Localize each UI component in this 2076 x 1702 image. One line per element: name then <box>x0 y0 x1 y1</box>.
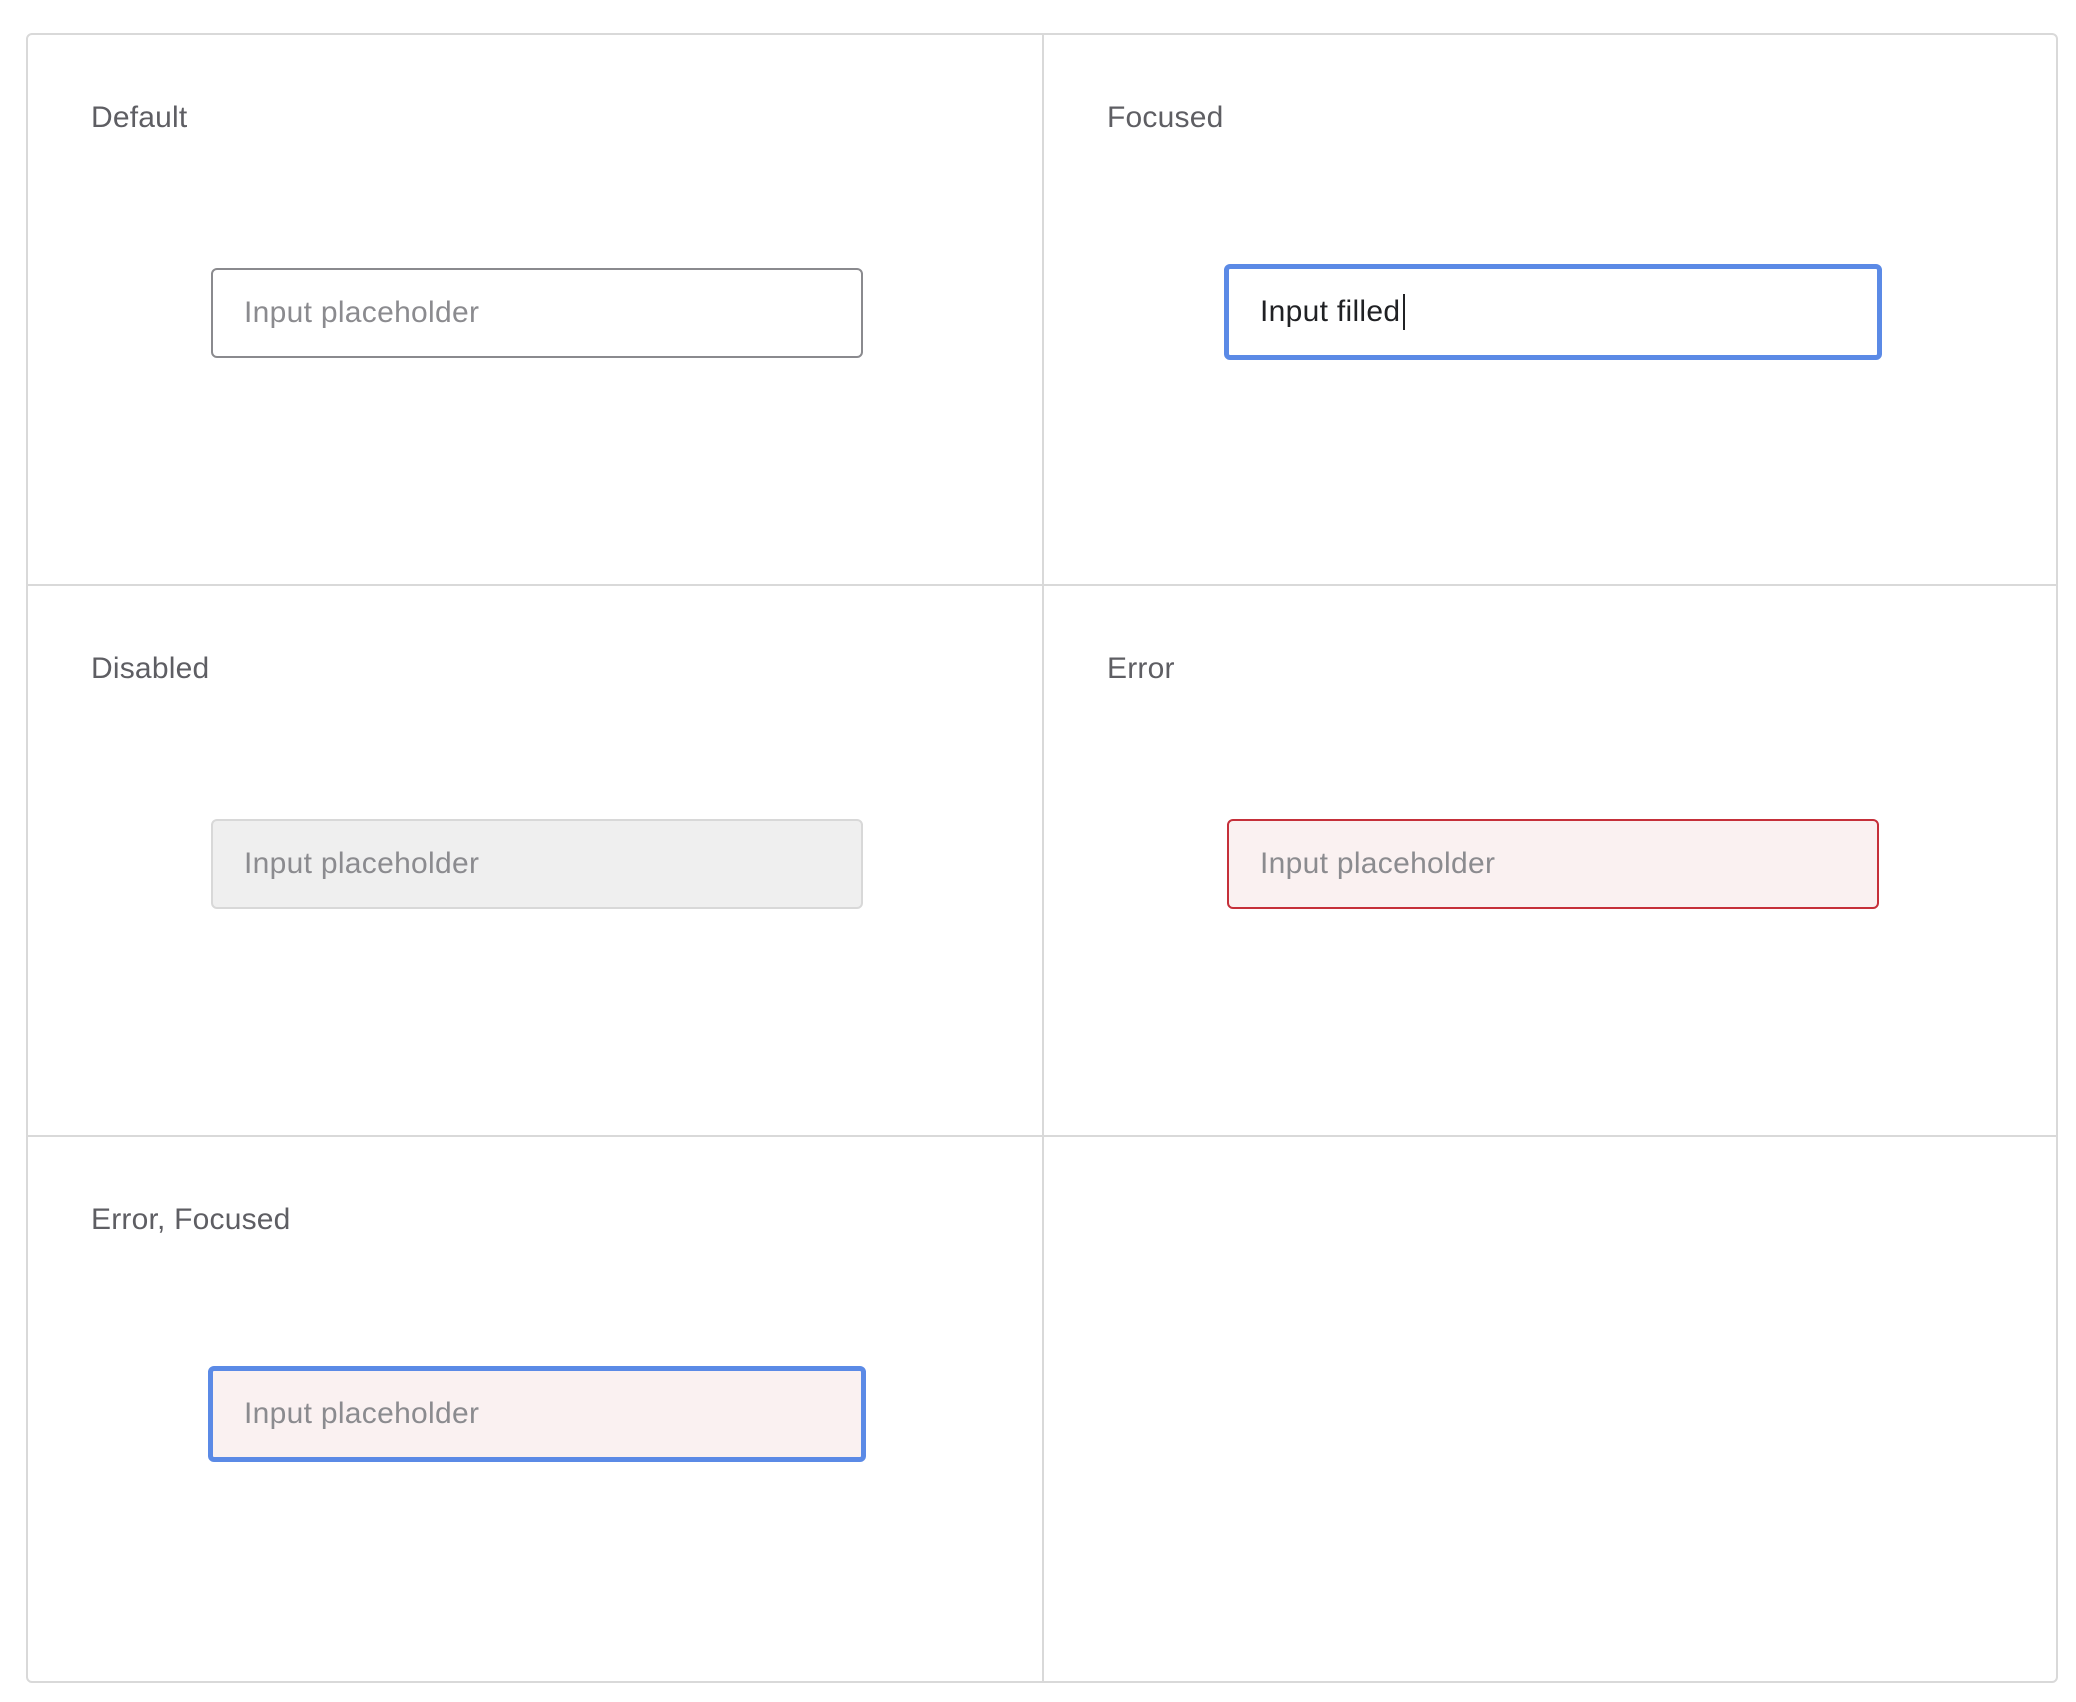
input-placeholder: Input placeholder <box>244 847 480 880</box>
focused-input[interactable]: Input filled <box>1224 264 1882 360</box>
input-placeholder: Input placeholder <box>1260 847 1496 880</box>
disabled-state-cell: Disabled Input placeholder <box>28 586 1044 1137</box>
default-input[interactable]: Input placeholder <box>211 268 863 358</box>
state-label-error: Error <box>1107 652 1175 685</box>
input-states-grid: Default Input placeholder Focused Input … <box>26 33 2058 1683</box>
default-state-cell: Default Input placeholder <box>28 35 1044 586</box>
state-label-default: Default <box>91 101 188 134</box>
error-focused-input[interactable]: Input placeholder <box>208 1366 866 1462</box>
input-value: Input filled <box>1260 295 1401 328</box>
state-label-focused: Focused <box>1107 101 1224 134</box>
error-focused-state-cell: Error, Focused Input placeholder <box>28 1137 1044 1681</box>
input-placeholder: Input placeholder <box>244 1397 480 1430</box>
empty-cell <box>1044 1137 2056 1681</box>
error-state-cell: Error Input placeholder <box>1044 586 2056 1137</box>
state-label-error-focused: Error, Focused <box>91 1203 291 1236</box>
focused-state-cell: Focused Input filled <box>1044 35 2056 586</box>
input-placeholder: Input placeholder <box>244 296 480 329</box>
state-label-disabled: Disabled <box>91 652 210 685</box>
text-caret <box>1403 294 1406 330</box>
disabled-input: Input placeholder <box>211 819 863 909</box>
error-input[interactable]: Input placeholder <box>1227 819 1879 909</box>
